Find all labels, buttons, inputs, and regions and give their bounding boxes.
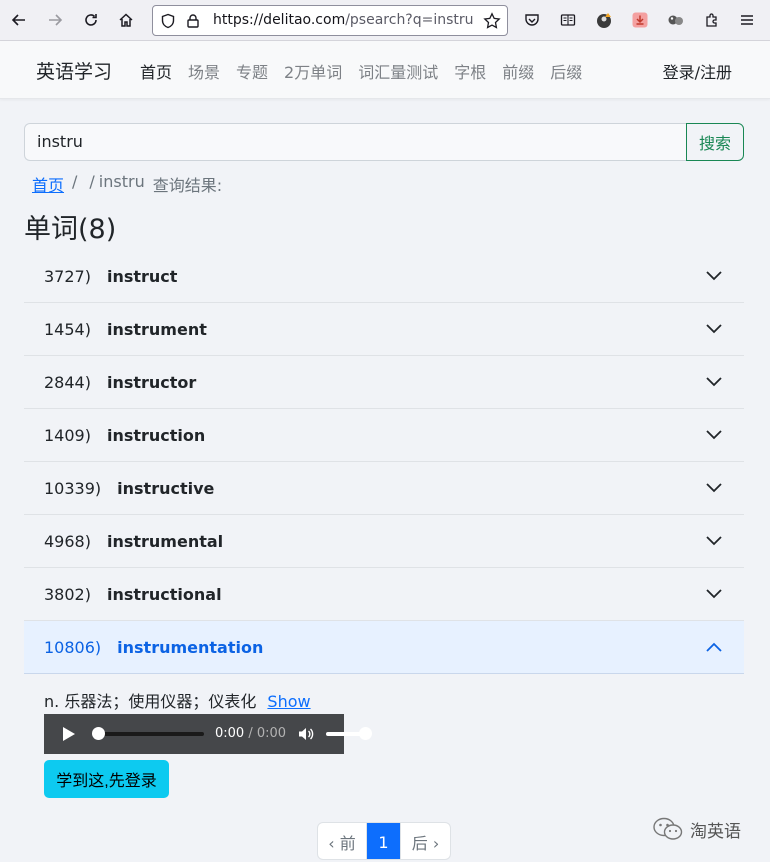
volume-slider-knob[interactable] bbox=[359, 727, 372, 740]
breadcrumb: 首页 / / instru 查询结果: bbox=[32, 172, 222, 196]
site-navbar: 英语学习 首页 场景 专题 2万单词 词汇量测试 字根 前缀 后缀 登录/注册 bbox=[0, 41, 770, 99]
audio-progress-track[interactable] bbox=[98, 732, 204, 736]
word-rank: 1454) bbox=[44, 319, 91, 339]
nav-link-suffixes[interactable]: 后缀 bbox=[542, 59, 590, 83]
audio-duration: 0:00 bbox=[256, 726, 287, 741]
word-text: instrumental bbox=[106, 531, 224, 551]
reload-icon[interactable] bbox=[79, 8, 103, 32]
word-rank: 3802) bbox=[44, 584, 91, 604]
word-definition: n. 乐器法；使用仪器；仪表化 Show bbox=[44, 688, 744, 712]
bookmark-star-icon[interactable] bbox=[483, 12, 501, 30]
chevron-down-icon bbox=[706, 271, 722, 281]
word-text: instructive bbox=[117, 478, 215, 498]
breadcrumb-query: instru bbox=[98, 172, 145, 191]
watermark: 淘英语 bbox=[652, 816, 741, 842]
nav-link-20k-words[interactable]: 2万单词 bbox=[276, 59, 350, 83]
accordion-item[interactable]: 2844) instructor bbox=[24, 356, 744, 409]
nav-link-home[interactable]: 首页 bbox=[132, 59, 180, 83]
reader-view-icon[interactable] bbox=[556, 8, 580, 32]
chevron-down-icon bbox=[706, 483, 722, 493]
word-text: instrument bbox=[106, 319, 207, 339]
accordion-item[interactable]: 1454) instrument bbox=[24, 303, 744, 356]
extension-balls-icon[interactable] bbox=[664, 8, 688, 32]
pocket-icon[interactable] bbox=[520, 8, 544, 32]
lock-icon[interactable] bbox=[185, 13, 201, 29]
play-icon[interactable] bbox=[62, 726, 76, 742]
accordion-body: n. 乐器法；使用仪器；仪表化 Show bbox=[44, 688, 744, 712]
login-register-link[interactable]: 登录/注册 bbox=[663, 59, 732, 83]
audio-current-time: 0:00 bbox=[215, 726, 245, 741]
audio-progress-knob[interactable] bbox=[92, 727, 105, 740]
menu-hamburger-icon[interactable] bbox=[735, 8, 759, 32]
accordion-item[interactable]: 10339) instructive bbox=[24, 462, 744, 515]
word-rank: 2844) bbox=[44, 372, 91, 392]
word-text: instructional bbox=[106, 584, 222, 604]
browser-toolbar: https://delitao.com/psearch?q=instru bbox=[0, 0, 770, 41]
breadcrumb-home-link[interactable]: 首页 bbox=[32, 172, 64, 196]
word-text: instructor bbox=[106, 372, 197, 392]
word-rank: 4968) bbox=[44, 531, 91, 551]
word-rank: 3727) bbox=[44, 266, 91, 286]
show-link[interactable]: Show bbox=[267, 692, 310, 711]
pagination-prev[interactable]: ‹ 前 bbox=[318, 823, 367, 859]
pagination-next[interactable]: 后 › bbox=[401, 823, 450, 859]
forward-icon[interactable] bbox=[43, 8, 67, 32]
watermark-text: 淘英语 bbox=[690, 821, 741, 842]
url-bar[interactable]: https://delitao.com/psearch?q=instru bbox=[152, 5, 508, 36]
chevron-down-icon bbox=[706, 377, 722, 387]
nav-link-prefixes[interactable]: 前缀 bbox=[494, 59, 542, 83]
accordion-item[interactable]: 3802) instructional bbox=[24, 568, 744, 621]
word-text: instruct bbox=[106, 266, 178, 286]
word-rank: 10339) bbox=[44, 478, 102, 498]
section-title: 单词(8) bbox=[24, 214, 117, 245]
chevron-down-icon bbox=[706, 324, 722, 334]
audio-time: 0:00 / 0:00 bbox=[215, 726, 286, 741]
learn-login-button[interactable]: 学到这,先登录 bbox=[44, 760, 169, 798]
nav-link-scenes[interactable]: 场景 bbox=[180, 59, 228, 83]
word-rank: 10806) bbox=[44, 637, 102, 657]
word-rank: 1409) bbox=[44, 425, 91, 445]
accordion-item[interactable]: 4968) instrumental bbox=[24, 515, 744, 568]
definition-text: n. 乐器法；使用仪器；仪表化 bbox=[44, 692, 257, 711]
chevron-down-icon bbox=[706, 430, 722, 440]
chevron-up-icon bbox=[706, 642, 722, 652]
extensions-puzzle-icon[interactable] bbox=[700, 8, 724, 32]
breadcrumb-separator: / bbox=[89, 172, 95, 191]
audio-player: 0:00 / 0:00 bbox=[44, 714, 372, 754]
search-button[interactable]: 搜索 bbox=[686, 123, 744, 161]
word-accordion: 3727) instruct 1454) instrument 2844) in… bbox=[24, 250, 744, 674]
chevron-down-icon bbox=[706, 589, 722, 599]
wechat-icon bbox=[653, 817, 683, 840]
breadcrumb-suffix: 查询结果: bbox=[152, 176, 223, 195]
word-text: instruction bbox=[106, 425, 206, 445]
search-input[interactable]: instru bbox=[24, 123, 687, 161]
nav-link-vocab-test[interactable]: 词汇量测试 bbox=[350, 59, 446, 83]
back-icon[interactable] bbox=[7, 8, 31, 32]
accordion-item-expanded[interactable]: 10806) instrumentation bbox=[24, 621, 744, 674]
nav-link-topics[interactable]: 专题 bbox=[228, 59, 276, 83]
volume-icon[interactable] bbox=[297, 725, 315, 743]
shield-icon[interactable] bbox=[160, 13, 176, 29]
extension-avatar-icon[interactable] bbox=[593, 8, 617, 32]
accordion-item[interactable]: 3727) instruct bbox=[24, 250, 744, 303]
audio-time-separator: / bbox=[244, 726, 257, 741]
pagination: ‹ 前 1 后 › bbox=[317, 822, 451, 860]
chevron-down-icon bbox=[706, 536, 722, 546]
download-extension-icon[interactable] bbox=[628, 8, 652, 32]
site-brand[interactable]: 英语学习 bbox=[36, 57, 112, 84]
nav-links: 首页 场景 专题 2万单词 词汇量测试 字根 前缀 后缀 bbox=[132, 59, 590, 83]
word-text: instrumentation bbox=[117, 637, 264, 657]
nav-link-roots[interactable]: 字根 bbox=[446, 59, 494, 83]
pagination-page-current[interactable]: 1 bbox=[367, 823, 401, 859]
url-text[interactable]: https://delitao.com/psearch?q=instru bbox=[213, 12, 474, 28]
breadcrumb-separator: / bbox=[72, 172, 78, 191]
accordion-item[interactable]: 1409) instruction bbox=[24, 409, 744, 462]
home-icon[interactable] bbox=[114, 8, 138, 32]
